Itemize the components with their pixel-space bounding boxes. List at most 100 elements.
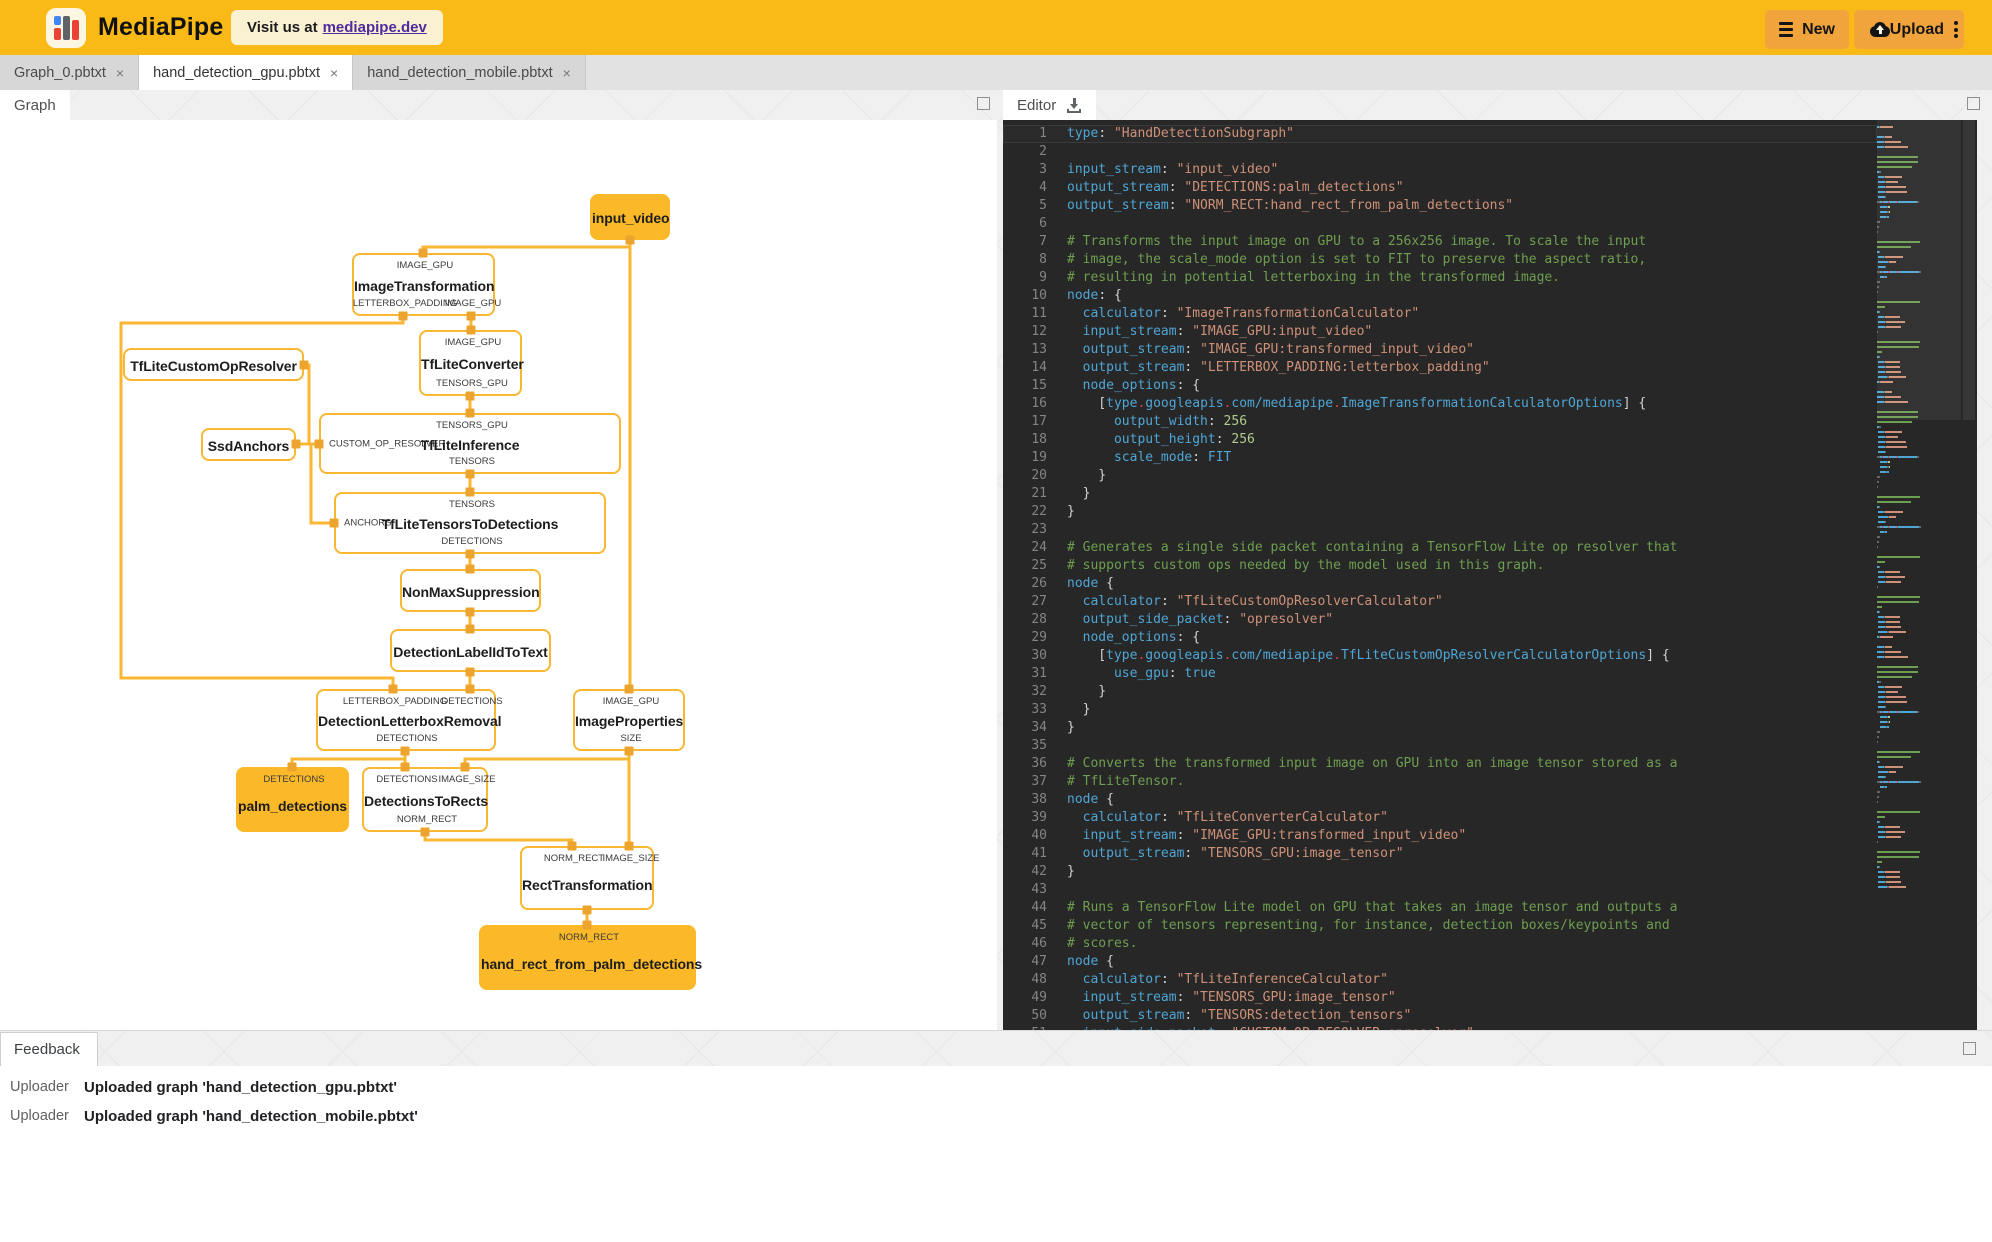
code-line-9[interactable]: 9 # resulting in potential letterboxing i… (1003, 269, 1877, 287)
port-label-DETECTIONS: DETECTIONS (376, 774, 438, 785)
code-line-30[interactable]: 30 [type.googleapis.com/mediapipe.TfLite… (1003, 647, 1877, 665)
code-line-4[interactable]: 4 output_stream: "DETECTIONS:palm_detecti… (1003, 179, 1877, 197)
close-icon[interactable]: × (116, 66, 124, 80)
graph-node-DetectionsToRects[interactable]: DETECTIONS IMAGE_SIZE NORM_RECT DetectionsT… (362, 767, 496, 832)
code-line-14[interactable]: 14 output_stream: "LETTERBOX_PADDING:let… (1003, 359, 1877, 377)
code-line-8[interactable]: 8 # image, the scale_mode option is set t… (1003, 251, 1877, 269)
code-line-21[interactable]: 21 } (1003, 485, 1877, 503)
file-tab-hand_detection_mobile.pbtxt[interactable]: hand_detection_mobile.pbtxt × (353, 55, 586, 90)
code-line-47[interactable]: 47 node { (1003, 953, 1877, 971)
code-line-41[interactable]: 41 output_stream: "TENSORS_GPU:image_ten… (1003, 845, 1877, 863)
code-line-49[interactable]: 49 input_stream: "TENSORS_GPU:image_tens… (1003, 989, 1877, 1007)
graph-node-DetectionLabelIdToText[interactable]: DetectionLabelIdToText (390, 629, 551, 672)
code-line-7[interactable]: 7 # Transforms the input image on GPU to … (1003, 233, 1877, 251)
code-line-23[interactable]: 23 (1003, 521, 1877, 539)
file-tab-Graph_0.pbtxt[interactable]: Graph_0.pbtxt × (0, 55, 140, 90)
node-title: ImageProperties (575, 713, 684, 729)
graph-node-TfLiteConverter[interactable]: IMAGE_GPU TENSORS_GPU TfLiteConverter (419, 330, 524, 396)
code-line-13[interactable]: 13 output_stream: "IMAGE_GPU:transformed… (1003, 341, 1877, 359)
graph-node-RectTransformation[interactable]: NORM_RECT IMAGE_SIZE RectTransformation (520, 846, 660, 910)
code-line-37[interactable]: 37 # TfLiteTensor. (1003, 773, 1877, 791)
code-line-6[interactable]: 6 (1003, 215, 1877, 233)
code-line-10[interactable]: 10 node: { (1003, 287, 1877, 305)
node-title: TfLiteCustomOpResolver (130, 357, 297, 374)
code-line-36[interactable]: 36 # Converts the transformed input image… (1003, 755, 1877, 773)
code-line-2[interactable]: 2 (1003, 143, 1877, 161)
graph-node-hand_rect_from_palm_detections[interactable]: NORM_RECT hand_rect_from_palm_detections (479, 925, 702, 990)
upload-button[interactable]: Upload (1854, 10, 1964, 49)
code-editor[interactable]: 1 type: "HandDetectionSubgraph" 2 3 input_st… (1003, 120, 1977, 1030)
node-title: SsdAnchors (207, 437, 290, 454)
code-line-19[interactable]: 19 scale_mode: FIT (1003, 449, 1877, 467)
code-line-35[interactable]: 35 (1003, 737, 1877, 755)
code-line-48[interactable]: 48 calculator: "TfLiteInferenceCalculato… (1003, 971, 1877, 989)
graph-node-ImageTransformation[interactable]: IMAGE_GPU LETTERBOX_PADDING IMAGE_GPU Image… (352, 253, 501, 316)
code-area[interactable]: 1 type: "HandDetectionSubgraph" 2 3 input_st… (1003, 120, 1877, 1030)
port-label-IMAGE_GPU: IMAGE_GPU (444, 337, 502, 348)
graph-node-DetectionLetterboxRemoval[interactable]: LETTERBOX_PADDING DETECTIONS DETECTIONS Det… (316, 689, 503, 751)
code-line-34[interactable]: 34} (1003, 719, 1877, 737)
code-line-45[interactable]: 45 # vector of tensors representing, for … (1003, 917, 1877, 935)
tab-graph[interactable]: Graph (0, 90, 70, 120)
close-icon[interactable]: × (330, 66, 338, 80)
code-line-5[interactable]: 5 output_stream: "NORM_RECT:hand_rect_fro… (1003, 197, 1877, 215)
port-label-TENSORS: TENSORS (449, 456, 495, 467)
close-icon[interactable]: × (563, 66, 571, 80)
graph-node-SsdAnchors[interactable]: SsdAnchors (201, 428, 296, 461)
graph-node-TfLiteTensorsToDetections[interactable]: TENSORS DETECTIONS ANCHORS TfLiteTensorsToD… (334, 492, 606, 554)
maximize-feedback-icon[interactable] (1963, 1042, 1976, 1055)
code-line-33[interactable]: 33 } (1003, 701, 1877, 719)
line-number: 15 (1031, 378, 1047, 393)
feedback-tab-label: Feedback (14, 1041, 80, 1058)
code-line-50[interactable]: 50 output_stream: "TENSORS:detection_ten… (1003, 1007, 1877, 1025)
line-number: 8 (1039, 252, 1047, 267)
code-line-43[interactable]: 43 (1003, 881, 1877, 899)
editor-scrollbar[interactable] (1961, 120, 1977, 1030)
code-line-44[interactable]: 44 # Runs a TensorFlow Lite model on GPU … (1003, 899, 1877, 917)
code-line-22[interactable]: 22} (1003, 503, 1877, 521)
maximize-editor-icon[interactable] (1967, 97, 1980, 110)
code-line-40[interactable]: 40 input_stream: "IMAGE_GPU:transformed_… (1003, 827, 1877, 845)
mediapipe-dev-link[interactable]: mediapipe.dev (323, 19, 427, 36)
download-icon[interactable] (1066, 97, 1082, 113)
code-line-1[interactable]: 1 type: "HandDetectionSubgraph" (1003, 125, 1877, 143)
code-line-18[interactable]: 18 output_height: 256 (1003, 431, 1877, 449)
code-line-27[interactable]: 27 calculator: "TfLiteCustomOpResolverCa… (1003, 593, 1877, 611)
graph-node-ImageProperties[interactable]: IMAGE_GPU SIZE ImageProperties (573, 689, 685, 751)
code-line-42[interactable]: 42} (1003, 863, 1877, 881)
graph-node-TfLiteInference[interactable]: TENSORS_GPU TENSORS CUSTOM_OP_RESOLVER TfLi… (319, 413, 621, 474)
new-button[interactable]: New (1765, 10, 1849, 49)
app-header: MediaPipe Visit us at mediapipe.dev New … (0, 0, 1992, 55)
code-line-17[interactable]: 17 output_width: 256 (1003, 413, 1877, 431)
port-label-IMAGE_GPU: IMAGE_GPU (602, 696, 660, 707)
code-line-28[interactable]: 28 output_side_packet: "opresolver" (1003, 611, 1877, 629)
graph-node-input_video[interactable]: input_video (590, 194, 670, 240)
maximize-graph-icon[interactable] (977, 97, 990, 110)
code-line-12[interactable]: 12 input_stream: "IMAGE_GPU:input_video" (1003, 323, 1877, 341)
code-line-39[interactable]: 39 calculator: "TfLiteConverterCalculato… (1003, 809, 1877, 827)
tab-editor[interactable]: Editor (1003, 90, 1097, 120)
graph-node-palm_detections[interactable]: DETECTIONS palm_detections (236, 767, 349, 832)
code-line-24[interactable]: 24 # Generates a single side packet conta… (1003, 539, 1877, 557)
code-line-29[interactable]: 29 node_options: { (1003, 629, 1877, 647)
graph-canvas[interactable]: input_video IMAGE_GPU LETTERBOX_PADDING IMA… (0, 120, 997, 1030)
code-line-32[interactable]: 32 } (1003, 683, 1877, 701)
tab-feedback[interactable]: Feedback (0, 1032, 98, 1066)
code-line-31[interactable]: 31 use_gpu: true (1003, 665, 1877, 683)
code-line-11[interactable]: 11 calculator: "ImageTransformationCalcu… (1003, 305, 1877, 323)
code-line-26[interactable]: 26 node { (1003, 575, 1877, 593)
code-line-46[interactable]: 46 # scores. (1003, 935, 1877, 953)
line-number: 27 (1031, 594, 1047, 609)
code-line-20[interactable]: 20 } (1003, 467, 1877, 485)
editor-minimap[interactable] (1877, 120, 1961, 1030)
code-line-25[interactable]: 25 # supports custom ops needed by the mo… (1003, 557, 1877, 575)
file-tab-hand_detection_gpu.pbtxt[interactable]: hand_detection_gpu.pbtxt × (139, 55, 354, 90)
graph-node-NonMaxSuppression[interactable]: NonMaxSuppression (400, 569, 541, 612)
more-options-icon[interactable] (1954, 19, 1958, 41)
code-line-16[interactable]: 16 [type.googleapis.com/mediapipe.ImageT… (1003, 395, 1877, 413)
port-label-NORM_RECT: NORM_RECT (558, 932, 620, 943)
code-line-38[interactable]: 38 node { (1003, 791, 1877, 809)
code-line-15[interactable]: 15 node_options: { (1003, 377, 1877, 395)
code-line-3[interactable]: 3 input_stream: "input_video" (1003, 161, 1877, 179)
graph-node-TfLiteCustomOpResolver[interactable]: TfLiteCustomOpResolver (123, 348, 304, 381)
